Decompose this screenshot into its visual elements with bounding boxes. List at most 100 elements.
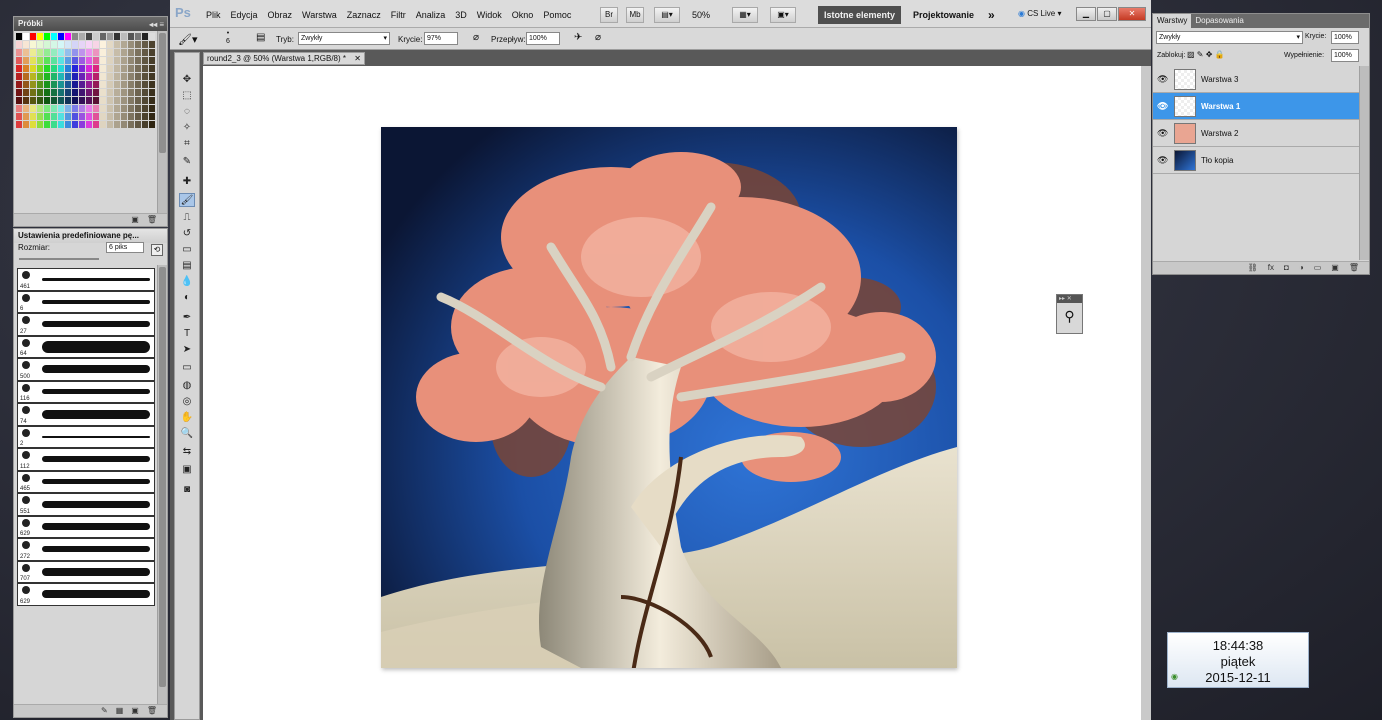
collapsed-panel[interactable]: ▸▸ ✕ ⚲ (1056, 294, 1083, 334)
swatch[interactable] (86, 65, 93, 73)
new-preset-icon[interactable]: ▣ (131, 705, 139, 717)
swatch[interactable] (51, 73, 58, 81)
swatch[interactable] (100, 41, 107, 49)
swatch[interactable] (114, 105, 121, 113)
swatch[interactable] (135, 41, 142, 49)
quick-select-icon[interactable]: ✧ (179, 121, 195, 135)
swatch[interactable] (107, 113, 114, 121)
layer-row[interactable]: 👁 Warstwa 1 (1153, 93, 1359, 120)
swatch[interactable] (114, 33, 121, 41)
swatch[interactable] (142, 105, 149, 113)
swatch[interactable] (65, 89, 72, 97)
swatch[interactable] (58, 81, 65, 89)
swatch[interactable] (23, 113, 30, 121)
folder-icon[interactable]: ▭ (1314, 262, 1322, 274)
swatch[interactable] (44, 65, 51, 73)
trash-icon[interactable]: 🗑 (147, 705, 157, 717)
brush-tool-icon[interactable]: 🖌▾ (178, 33, 198, 46)
swatch[interactable] (93, 97, 100, 105)
move-tool-icon[interactable]: ✥ (179, 73, 195, 87)
blend-mode-select[interactable]: Zwykły ▾ (1156, 31, 1303, 44)
swatch[interactable] (114, 89, 121, 97)
size-slider[interactable] (19, 258, 99, 260)
swatch[interactable] (79, 89, 86, 97)
swatch[interactable] (100, 81, 107, 89)
crop-tool-icon[interactable]: ⌗ (179, 137, 195, 151)
link-icon[interactable]: ⛓ (1248, 262, 1258, 274)
swatch-grid[interactable] (16, 33, 158, 129)
zoom-level[interactable]: 50% (692, 10, 710, 20)
brush-preset[interactable]: 629 (17, 515, 155, 538)
close-tab-icon[interactable]: ✕ (354, 53, 361, 65)
more-workspaces[interactable]: » (982, 6, 1001, 24)
swatch[interactable] (30, 57, 37, 65)
swatch[interactable] (30, 113, 37, 121)
swatch[interactable] (23, 73, 30, 81)
swatch[interactable] (128, 97, 135, 105)
swatch[interactable] (114, 65, 121, 73)
swatch[interactable] (121, 113, 128, 121)
canvas-area[interactable] (203, 66, 1147, 720)
swatch[interactable] (44, 41, 51, 49)
swatch[interactable] (107, 65, 114, 73)
swatch[interactable] (23, 89, 30, 97)
layer-row[interactable]: 👁 Tło kopia (1153, 147, 1359, 174)
swatch[interactable] (16, 49, 23, 57)
layer-row[interactable]: 👁 Warstwa 2 (1153, 120, 1359, 147)
swatch[interactable] (149, 73, 156, 81)
swatch[interactable] (128, 41, 135, 49)
swatch[interactable] (58, 121, 65, 129)
3d-orbit-icon[interactable]: ◎ (179, 395, 195, 409)
swatch[interactable] (65, 57, 72, 65)
swatch[interactable] (149, 49, 156, 57)
swatch[interactable] (142, 121, 149, 129)
brush-preset[interactable]: 500 (17, 358, 155, 381)
brush-preset[interactable]: 2 (17, 425, 155, 448)
swatch[interactable] (72, 89, 79, 97)
document-tab[interactable]: round2_3 @ 50% (Warstwa 1,RGB/8) * ✕ (203, 52, 365, 65)
swatch[interactable] (128, 49, 135, 57)
swatch[interactable] (72, 73, 79, 81)
swatch[interactable] (65, 33, 72, 41)
menu-item[interactable]: Plik (206, 10, 221, 20)
swatch[interactable] (30, 89, 37, 97)
swatch[interactable] (72, 81, 79, 89)
swatch[interactable] (86, 73, 93, 81)
swatch[interactable] (51, 105, 58, 113)
swatch[interactable] (51, 81, 58, 89)
swatch[interactable] (37, 33, 44, 41)
swatch[interactable] (37, 41, 44, 49)
swatch[interactable] (58, 73, 65, 81)
swatch[interactable] (58, 105, 65, 113)
swatch[interactable] (23, 57, 30, 65)
swatch[interactable] (93, 49, 100, 57)
swatch[interactable] (30, 65, 37, 73)
type-tool-icon[interactable]: T (179, 327, 195, 341)
brush-preset[interactable]: 551 (17, 493, 155, 516)
mask-icon[interactable]: ◘ (1284, 262, 1289, 274)
swatch[interactable] (135, 65, 142, 73)
brush-preset[interactable]: 629 (17, 583, 155, 606)
swatch[interactable] (23, 81, 30, 89)
swatch[interactable] (142, 33, 149, 41)
brush-preset[interactable]: 461 (17, 268, 155, 291)
swatch[interactable] (86, 49, 93, 57)
swatch[interactable] (142, 97, 149, 105)
swatch[interactable] (65, 49, 72, 57)
swatch[interactable] (86, 97, 93, 105)
swatch[interactable] (100, 89, 107, 97)
swatch[interactable] (51, 57, 58, 65)
marquee-tool-icon[interactable]: ⬚ (179, 89, 195, 103)
reset-brush-icon[interactable]: ⟲ (151, 244, 163, 256)
swatches-scrollbar[interactable] (157, 31, 167, 213)
swatch[interactable] (79, 97, 86, 105)
swatch[interactable] (79, 49, 86, 57)
swatch[interactable] (72, 41, 79, 49)
new-layer-icon[interactable]: ▣ (1331, 262, 1339, 274)
swatch[interactable] (30, 97, 37, 105)
swatch[interactable] (51, 89, 58, 97)
swatch[interactable] (58, 57, 65, 65)
quick-mask-icon[interactable]: ◙ (179, 483, 195, 497)
swatch[interactable] (23, 49, 30, 57)
swatch[interactable] (51, 65, 58, 73)
